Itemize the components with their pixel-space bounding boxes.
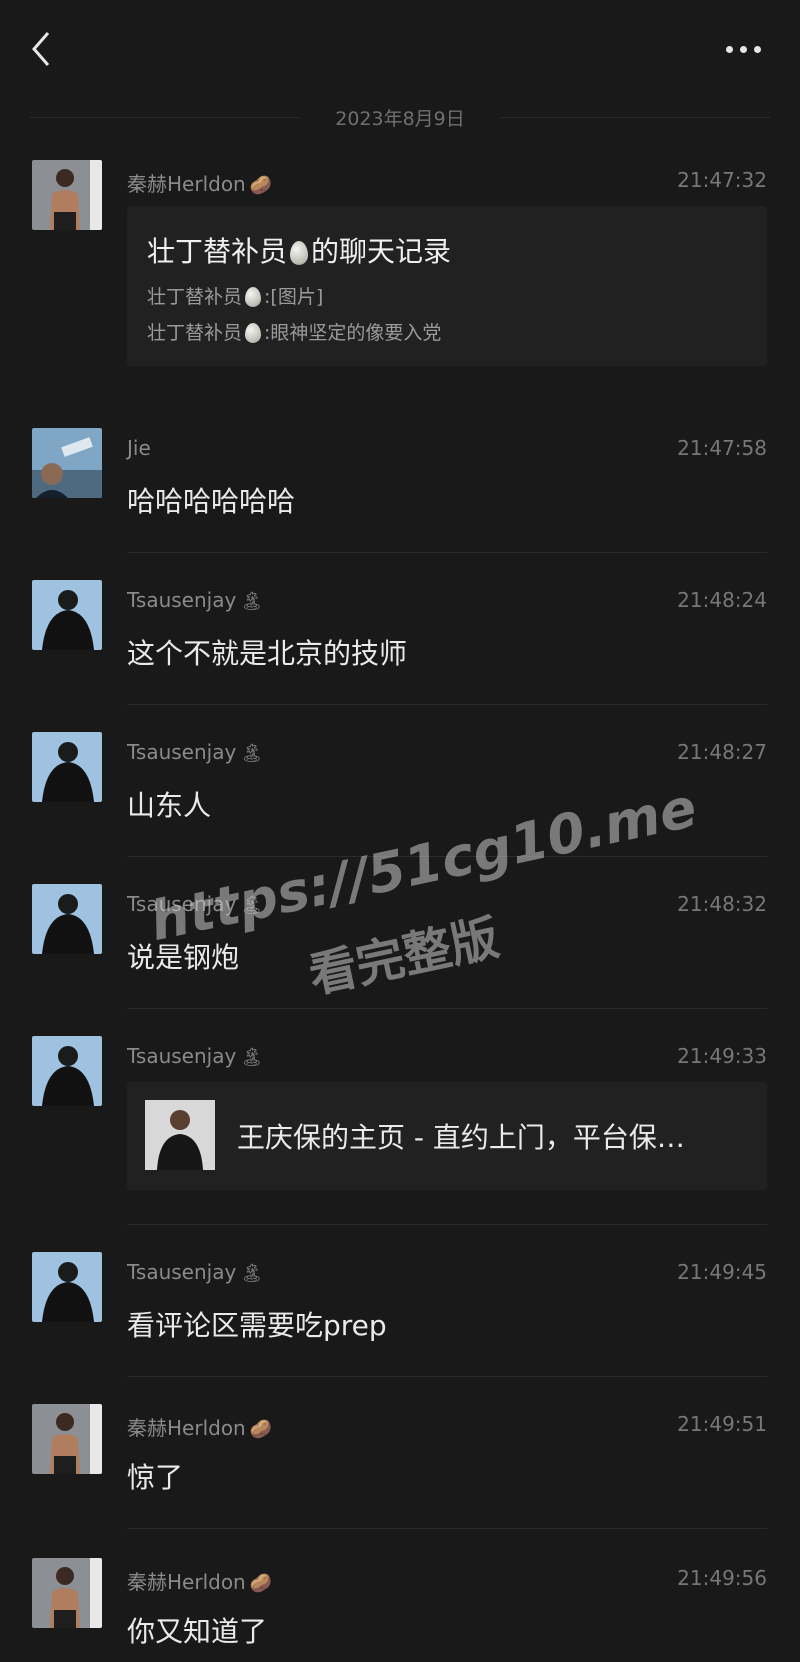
- more-dots-icon: [726, 46, 733, 53]
- more-dots-icon: [740, 46, 747, 53]
- message: 秦赫Herldon 🥔 21:49:56 你又知道了: [0, 1558, 800, 1662]
- sender-name: 秦赫Herldon 🥔: [127, 1570, 273, 1594]
- message-text: 你又知道了: [127, 1615, 268, 1648]
- message: 秦赫Herldon 🥔 21:47:32 壮丁替补员 的聊天记录 壮丁替补员:[图片…: [0, 160, 800, 380]
- sender-name: Tsausenjay 🏝: [127, 1044, 264, 1068]
- link-title: 王庆保的主页 - 直约上门，平台保…: [237, 1121, 685, 1154]
- top-bar: [0, 0, 800, 100]
- avatar[interactable]: [32, 884, 102, 954]
- island-emoji-icon: 🏝: [240, 1263, 264, 1284]
- message-time: 21:49:45: [677, 1260, 767, 1284]
- more-button[interactable]: [718, 30, 768, 66]
- message-text: 这个不就是北京的技师: [127, 637, 408, 670]
- back-button[interactable]: [26, 28, 60, 70]
- message-text: 说是钢炮: [127, 941, 240, 974]
- message-separator: [127, 856, 767, 857]
- avatar[interactable]: [32, 732, 102, 802]
- message-time: 21:48:27: [677, 740, 767, 764]
- message-time: 21:49:56: [677, 1566, 767, 1590]
- sender-name: Jie: [127, 436, 151, 460]
- chat-record-card[interactable]: 壮丁替补员 的聊天记录 壮丁替补员:[图片] 壮丁替补员:眼神坚定的像要入党: [127, 206, 767, 366]
- message: Tsausenjay 🏝 21:49:33 王庆保的主页 - 直约上门，平台保…: [0, 1036, 800, 1216]
- message-separator: [127, 1008, 767, 1009]
- sender-name: Tsausenjay 🏝: [127, 892, 264, 916]
- chat-record-line: 壮丁替补员:眼神坚定的像要入党: [147, 322, 442, 344]
- island-emoji-icon: 🏝: [240, 743, 264, 764]
- message-separator: [127, 1376, 767, 1377]
- message-text: 看评论区需要吃prep: [127, 1309, 387, 1342]
- message-separator: [127, 552, 767, 553]
- message: 秦赫Herldon 🥔 21:49:51 惊了: [0, 1404, 800, 1528]
- avatar[interactable]: [32, 1404, 102, 1474]
- message-separator: [127, 1224, 767, 1225]
- message: Jie 21:47:58 哈哈哈哈哈哈: [0, 428, 800, 552]
- message-time: 21:47:32: [677, 168, 767, 192]
- message-time: 21:49:51: [677, 1412, 767, 1436]
- message: Tsausenjay 🏝 21:49:45 看评论区需要吃prep: [0, 1252, 800, 1376]
- sender-name: Tsausenjay 🏝: [127, 588, 264, 612]
- date-divider: 2023年8月9日: [30, 100, 770, 136]
- sender-name: 秦赫Herldon 🥔: [127, 1416, 273, 1440]
- message-separator: [127, 1528, 767, 1529]
- island-emoji-icon: 🏝: [240, 1047, 264, 1068]
- egg-emoji-icon: [245, 287, 262, 307]
- avatar[interactable]: [32, 1036, 102, 1106]
- egg-emoji-icon: [290, 241, 309, 265]
- sender-name: 秦赫Herldon 🥔: [127, 172, 273, 196]
- message-text: 山东人: [127, 789, 212, 822]
- message-time: 21:48:32: [677, 892, 767, 916]
- chat-record-line: 壮丁替补员:[图片]: [147, 286, 324, 308]
- island-emoji-icon: 🏝: [240, 591, 264, 612]
- sender-name: Tsausenjay 🏝: [127, 1260, 264, 1284]
- message: Tsausenjay 🏝 21:48:24 这个不就是北京的技师: [0, 580, 800, 704]
- message-time: 21:47:58: [677, 436, 767, 460]
- avatar[interactable]: [32, 580, 102, 650]
- message: Tsausenjay 🏝 21:48:27 山东人: [0, 732, 800, 856]
- avatar[interactable]: [32, 1252, 102, 1322]
- avatar[interactable]: [32, 428, 102, 498]
- more-dots-icon: [754, 46, 761, 53]
- chat-record-title: 壮丁替补员 的聊天记录: [147, 235, 452, 268]
- avatar[interactable]: [32, 160, 102, 230]
- potato-emoji-icon: 🥔: [249, 175, 273, 196]
- message: Tsausenjay 🏝 21:48:32 说是钢炮: [0, 884, 800, 1008]
- message-separator: [127, 704, 767, 705]
- potato-emoji-icon: 🥔: [249, 1573, 273, 1594]
- avatar[interactable]: [32, 1558, 102, 1628]
- egg-emoji-icon: [245, 323, 262, 343]
- message-text: 惊了: [127, 1461, 184, 1494]
- link-card[interactable]: 王庆保的主页 - 直约上门，平台保…: [127, 1082, 767, 1190]
- sender-name: Tsausenjay 🏝: [127, 740, 264, 764]
- chevron-left-icon: [32, 32, 50, 66]
- message-time: 21:48:24: [677, 588, 767, 612]
- island-emoji-icon: 🏝: [240, 895, 264, 916]
- date-label: 2023年8月9日: [335, 108, 465, 130]
- message-time: 21:49:33: [677, 1044, 767, 1068]
- message-text: 哈哈哈哈哈哈: [127, 485, 296, 518]
- link-thumbnail: [145, 1100, 215, 1170]
- potato-emoji-icon: 🥔: [249, 1419, 273, 1440]
